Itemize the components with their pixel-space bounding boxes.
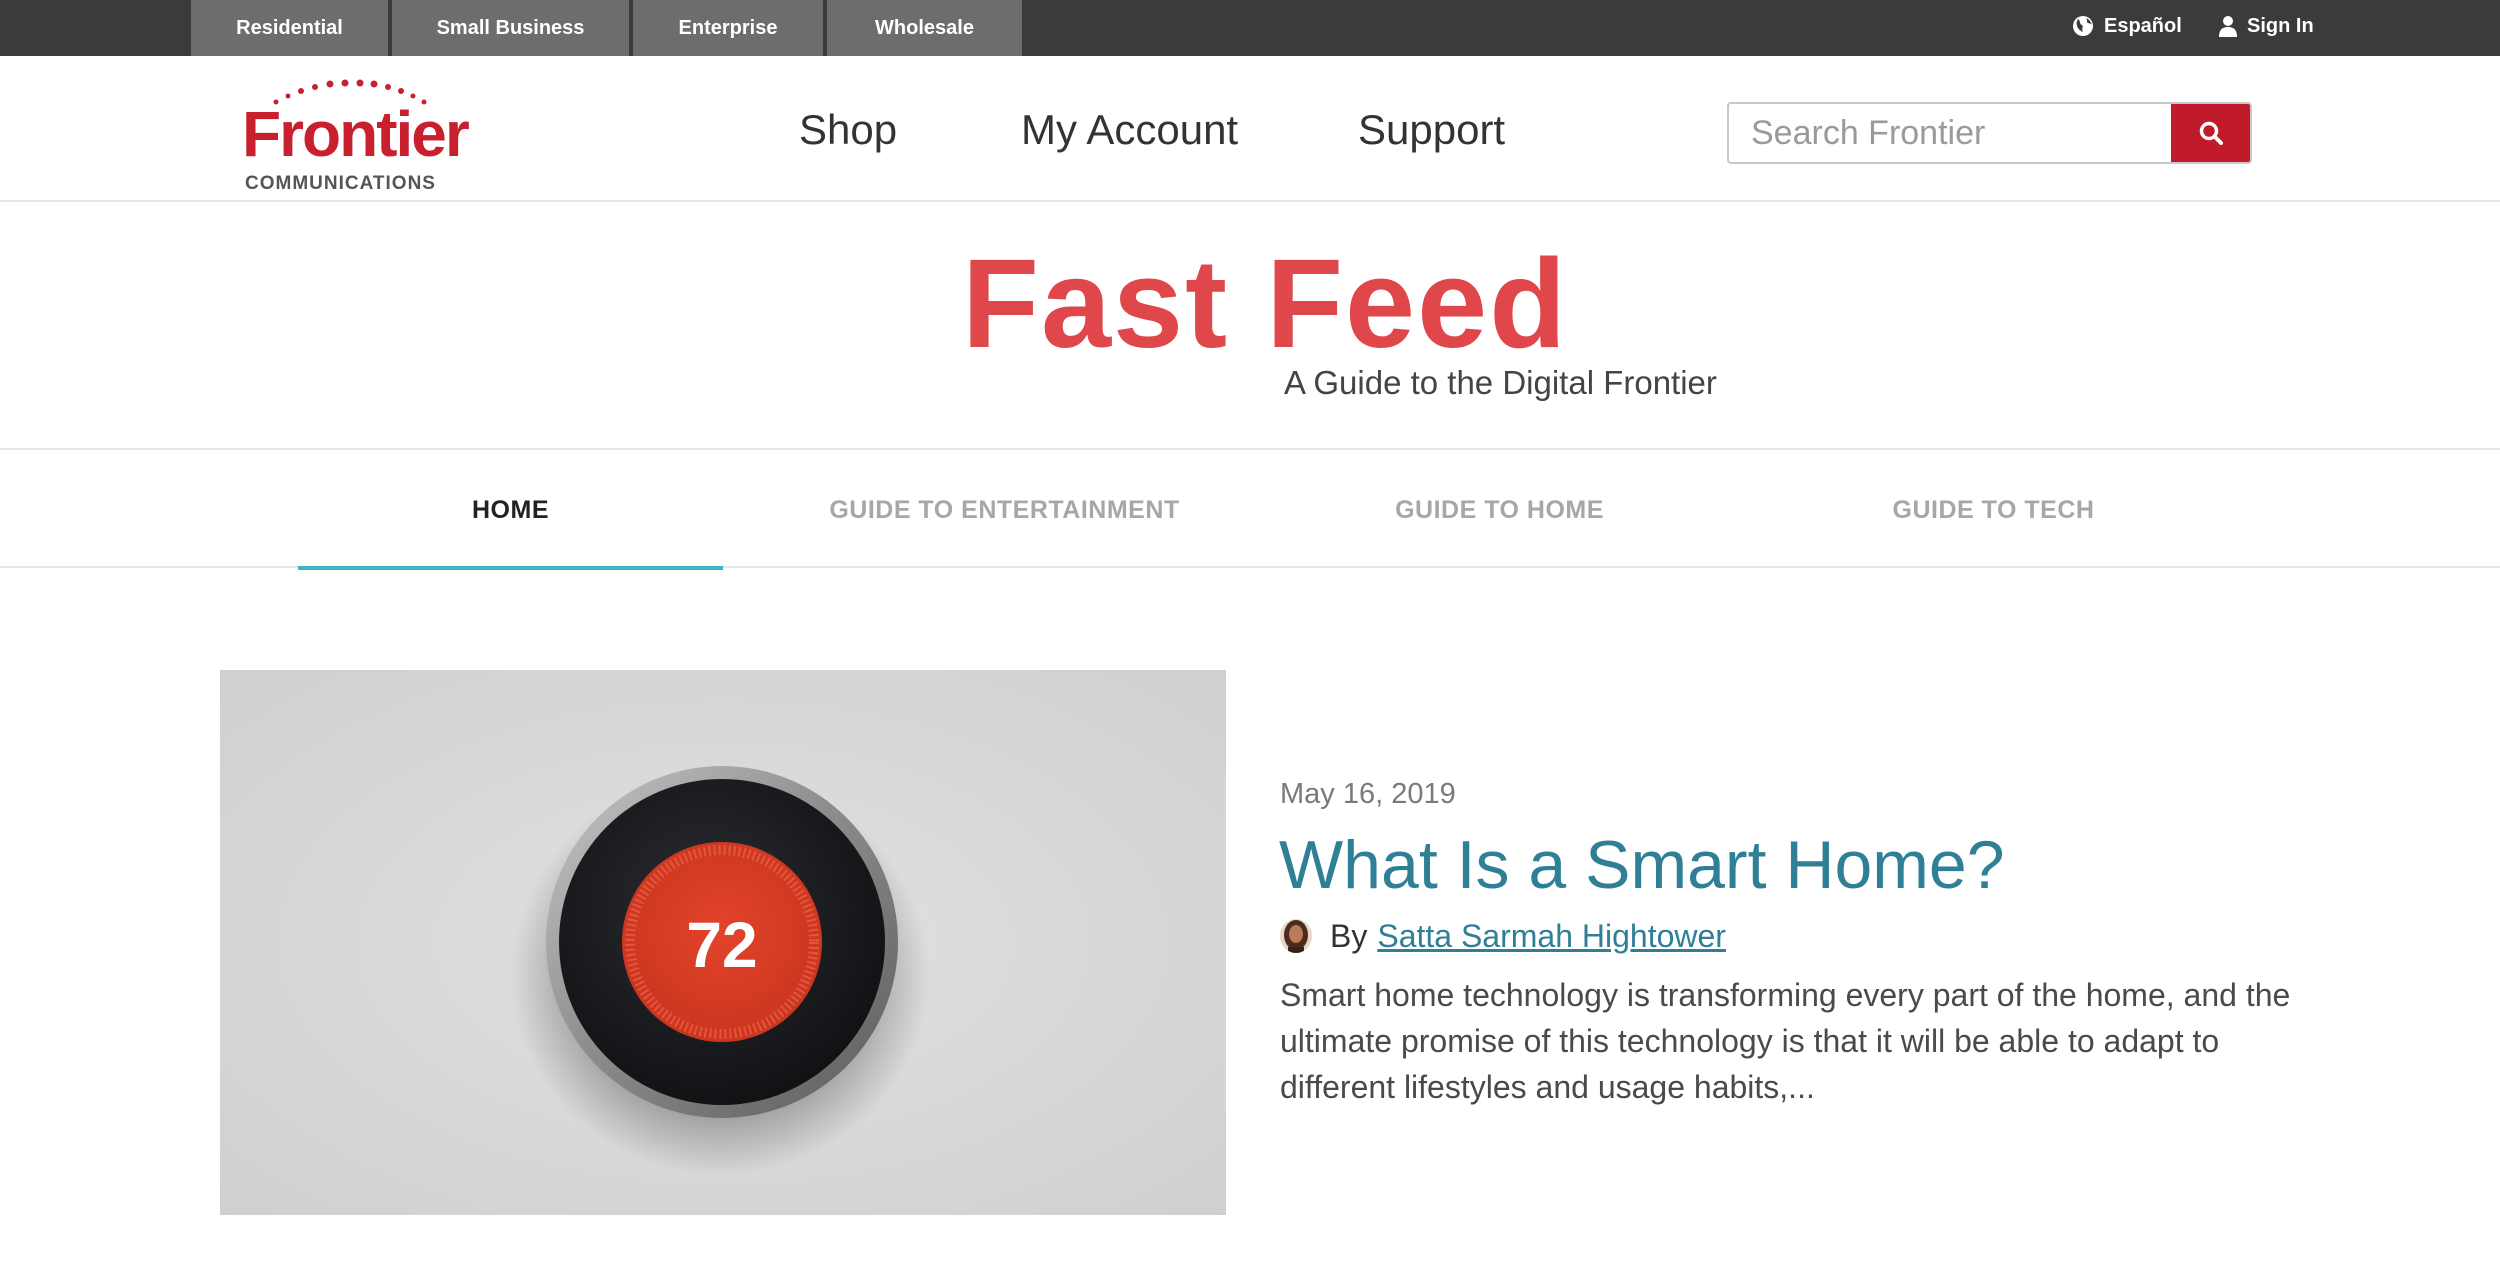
user-icon xyxy=(2219,16,2237,37)
segment-tab-enterprise[interactable]: Enterprise xyxy=(633,0,823,56)
logo-wordmark: Frontier xyxy=(242,98,470,170)
tab-home[interactable]: HOME xyxy=(298,452,723,570)
language-link[interactable]: Español xyxy=(2072,0,2182,52)
blog-title-block: Fast Feed A Guide to the Digital Frontie… xyxy=(0,202,2500,450)
author-avatar xyxy=(1280,919,1312,953)
search-icon xyxy=(2199,121,2223,145)
utility-bar: Residential Small Business Enterprise Wh… xyxy=(0,0,2500,56)
article-byline: By Satta Sarmah Hightower xyxy=(1280,916,1726,956)
nav-my-account[interactable]: My Account xyxy=(1021,106,1238,154)
globe-icon xyxy=(2073,16,2093,36)
segment-tab-small-business[interactable]: Small Business xyxy=(392,0,629,56)
nav-shop[interactable]: Shop xyxy=(799,106,897,154)
blog-tagline: A Guide to the Digital Frontier xyxy=(1284,364,1717,401)
tab-guide-to-entertainment[interactable]: GUIDE TO ENTERTAINMENT xyxy=(792,452,1217,568)
language-label: Español xyxy=(2104,14,2182,37)
sign-in-label: Sign In xyxy=(2247,14,2314,37)
segment-tab-residential[interactable]: Residential xyxy=(191,0,388,56)
search-button[interactable] xyxy=(2171,104,2250,162)
sign-in-link[interactable]: Sign In xyxy=(2219,0,2314,52)
tab-guide-to-tech[interactable]: GUIDE TO TECH xyxy=(1781,452,2206,568)
site-header: Frontier COMMUNICATIONS Shop My Account … xyxy=(0,56,2500,202)
article-image[interactable]: 72 xyxy=(220,670,1226,1215)
search-box xyxy=(1727,102,2252,164)
tab-guide-to-home[interactable]: GUIDE TO HOME xyxy=(1287,452,1712,568)
frontier-logo[interactable]: Frontier COMMUNICATIONS xyxy=(240,78,480,194)
byline-prefix: By xyxy=(1330,917,1368,954)
search-input[interactable] xyxy=(1729,104,2173,162)
article-date: May 16, 2019 xyxy=(1280,778,1456,810)
nav-support[interactable]: Support xyxy=(1358,106,1505,154)
segment-tab-wholesale[interactable]: Wholesale xyxy=(827,0,1022,56)
author-link[interactable]: Satta Sarmah Hightower xyxy=(1377,918,1726,955)
thermostat-temperature: 72 xyxy=(686,909,757,981)
section-tabs: HOME GUIDE TO ENTERTAINMENT GUIDE TO HOM… xyxy=(0,452,2500,570)
thermostat-image: 72 xyxy=(220,670,1226,1215)
segment-tabs: Residential Small Business Enterprise Wh… xyxy=(191,0,1022,56)
blog-title: Fast Feed xyxy=(962,233,1569,374)
article-title-link[interactable]: What Is a Smart Home? xyxy=(1279,820,2005,910)
logo-subtitle: COMMUNICATIONS xyxy=(245,173,436,194)
article-excerpt: Smart home technology is transforming ev… xyxy=(1280,977,2291,1105)
